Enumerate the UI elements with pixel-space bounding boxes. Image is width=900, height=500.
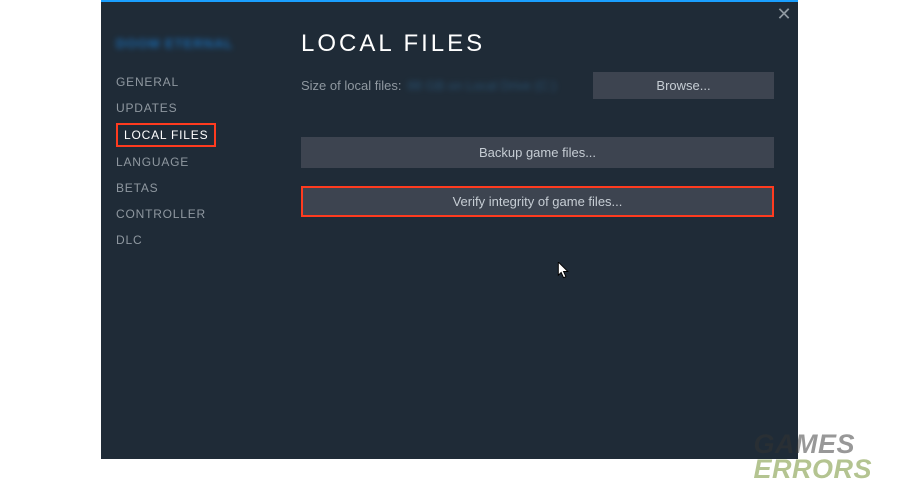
sidebar-item-general[interactable]: GENERAL	[116, 69, 276, 95]
page-title: LOCAL FILES	[301, 30, 774, 58]
watermark-line2: ERRORS	[753, 457, 872, 482]
sidebar-item-label: GENERAL	[116, 75, 179, 89]
sidebar-nav: DOOM ETERNAL GENERAL UPDATES LOCAL FILES…	[116, 36, 276, 253]
sidebar-item-label: LOCAL FILES	[116, 123, 216, 147]
sidebar-item-label: DLC	[116, 233, 142, 247]
content-panel: LOCAL FILES Size of local files: 88 GB o…	[301, 30, 774, 235]
sidebar-item-language[interactable]: LANGUAGE	[116, 149, 276, 175]
close-icon[interactable]: ✕	[776, 6, 792, 22]
sidebar-item-controller[interactable]: CONTROLLER	[116, 201, 276, 227]
sidebar-item-label: UPDATES	[116, 101, 177, 115]
sidebar-item-betas[interactable]: BETAS	[116, 175, 276, 201]
size-label: Size of local files:	[301, 78, 401, 93]
sidebar-item-dlc[interactable]: DLC	[116, 227, 276, 253]
steam-properties-dialog: ✕ DOOM ETERNAL GENERAL UPDATES LOCAL FIL…	[101, 0, 798, 459]
sidebar-item-local-files[interactable]: LOCAL FILES	[116, 121, 276, 149]
verify-integrity-button[interactable]: Verify integrity of game files...	[301, 186, 774, 217]
watermark-logo: GAMES ERRORS	[753, 432, 872, 482]
browse-button[interactable]: Browse...	[593, 72, 774, 99]
sidebar-item-updates[interactable]: UPDATES	[116, 95, 276, 121]
sidebar-item-label: LANGUAGE	[116, 155, 189, 169]
game-title: DOOM ETERNAL	[116, 36, 276, 51]
backup-game-files-button[interactable]: Backup game files...	[301, 137, 774, 168]
sidebar-item-label: BETAS	[116, 181, 158, 195]
size-value: 88 GB on Local Drive (C:)	[407, 78, 556, 93]
size-row: Size of local files: 88 GB on Local Driv…	[301, 72, 774, 99]
sidebar-item-label: CONTROLLER	[116, 207, 206, 221]
